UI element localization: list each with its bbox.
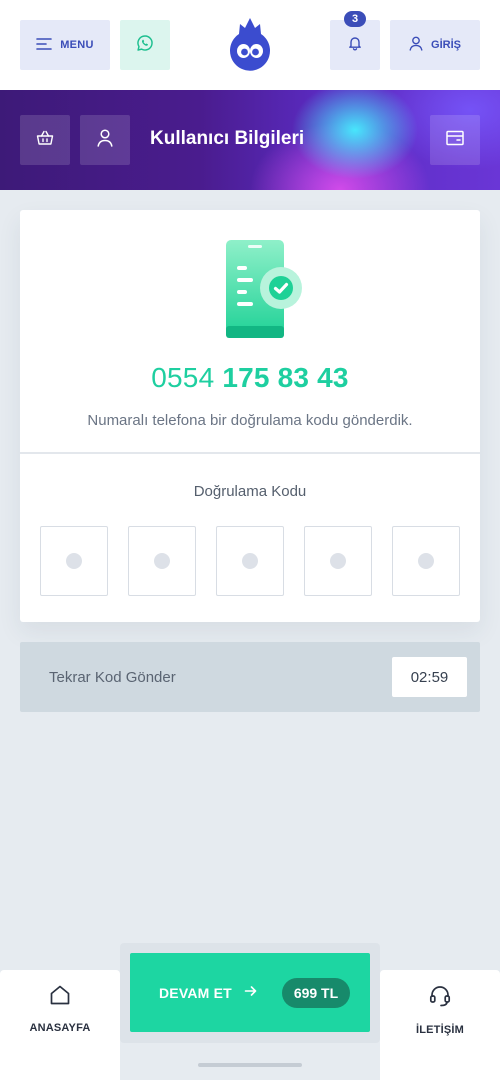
headset-icon xyxy=(428,984,452,1013)
nav-contact-label: İLETİŞİM xyxy=(415,1024,465,1036)
whatsapp-button[interactable] xyxy=(120,20,170,70)
verification-card: 0554 175 83 43 Numaralı telefona bir doğ… xyxy=(20,210,480,622)
login-label: GİRİŞ xyxy=(431,39,461,51)
code-placeholder-dot xyxy=(242,553,258,569)
notifications-button[interactable] xyxy=(330,20,380,70)
menu-button[interactable]: MENU xyxy=(20,20,110,70)
notification-badge: 3 xyxy=(344,11,366,27)
continue-label: DEVAM ET xyxy=(159,985,232,1001)
resend-code-button[interactable]: Tekrar Kod Gönder 02:59 xyxy=(20,642,480,712)
user-icon xyxy=(409,36,423,54)
top-header: MENU 3 GİRİŞ xyxy=(0,0,500,90)
code-digit-2[interactable] xyxy=(128,526,196,596)
wallet-icon xyxy=(446,130,464,151)
user-icon xyxy=(97,128,113,152)
code-digit-5[interactable] xyxy=(392,526,460,596)
user-profile-button[interactable] xyxy=(80,115,130,165)
arrow-right-icon xyxy=(244,984,258,1003)
basket-icon xyxy=(36,130,54,151)
divider xyxy=(20,452,480,454)
phone-verified-illustration xyxy=(225,238,305,342)
code-digit-1[interactable] xyxy=(40,526,108,596)
nav-contact[interactable]: İLETİŞİM xyxy=(380,970,500,1080)
code-label: Doğrulama Kodu xyxy=(193,483,307,500)
countdown-timer: 02:59 xyxy=(392,657,467,697)
logo-mascot[interactable] xyxy=(228,16,272,72)
home-icon xyxy=(49,984,71,1011)
page-title: Kullanıcı Bilgileri xyxy=(150,128,305,149)
phone-prefix: 0554 xyxy=(151,362,215,393)
code-digit-4[interactable] xyxy=(304,526,372,596)
menu-label: MENU xyxy=(60,39,94,51)
continue-button[interactable]: DEVAM ET 699 TL xyxy=(130,953,370,1032)
phone-rest: 175 83 43 xyxy=(222,362,349,393)
whatsapp-icon xyxy=(136,34,154,57)
verification-info: Numaralı telefona bir doğrulama kodu gön… xyxy=(87,412,413,429)
price-badge: 699 TL xyxy=(282,978,350,1008)
home-indicator xyxy=(198,1063,302,1067)
nav-home-label: ANASAYFA xyxy=(29,1022,91,1034)
nav-home[interactable]: ANASAYFA xyxy=(0,970,120,1080)
code-placeholder-dot xyxy=(418,553,434,569)
code-placeholder-dot xyxy=(154,553,170,569)
login-button[interactable]: GİRİŞ xyxy=(390,20,480,70)
resend-label: Tekrar Kod Gönder xyxy=(49,669,176,686)
basket-button[interactable] xyxy=(20,115,70,165)
menu-icon xyxy=(36,37,53,53)
code-digit-3[interactable] xyxy=(216,526,284,596)
phone-number: 0554 175 83 43 xyxy=(20,362,480,394)
code-placeholder-dot xyxy=(66,553,82,569)
wallet-button[interactable] xyxy=(430,115,480,165)
bell-icon xyxy=(347,35,363,56)
hero-banner: Kullanıcı Bilgileri xyxy=(0,90,500,190)
code-placeholder-dot xyxy=(330,553,346,569)
